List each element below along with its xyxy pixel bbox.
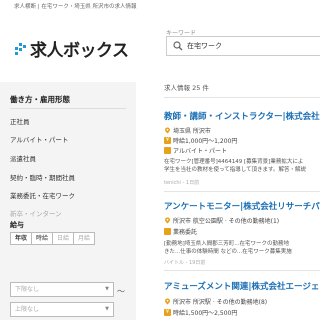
job-source: tenichi - 1日前 — [164, 180, 200, 186]
result-count: 求人情報 25 件 — [164, 84, 209, 92]
filter-parttime[interactable]: アルバイト・パート — [10, 134, 68, 144]
topbar: 求人横断 | 在宅ワーク・埼玉県 所沢市の求人情報 — [0, 0, 320, 32]
job-location-row: 所沢市 所沢駅 · その他の勤務地(8) — [164, 297, 267, 306]
employment-title: 働き方・雇用形態 — [10, 95, 70, 104]
yen-icon: ¥ — [164, 309, 171, 316]
divider — [164, 270, 320, 271]
job-title[interactable]: 教師・講師・インストラクター|株式会社デ — [164, 110, 320, 122]
job-desc: 学生を当社の教材を使って指導して頂きます。解答・解説 — [164, 167, 307, 173]
job-salary: 時給1,000円〜1,200円 — [173, 138, 238, 145]
chevron-down-icon: ▼ — [105, 286, 109, 292]
briefcase-icon — [164, 147, 171, 154]
filter-contract[interactable]: 契約・臨時・期間社員 — [10, 172, 75, 182]
divider — [10, 108, 126, 109]
job-type-row: 業務委託 — [164, 227, 197, 236]
location-pin-icon — [165, 127, 170, 134]
job-location: 埼玉県 所沢市 — [173, 128, 211, 135]
job-salary-row: ¥ 時給1,500円〜2,500円 — [164, 308, 237, 317]
location-pin-icon — [165, 298, 170, 305]
job-salary: 時給1,500円〜2,500円 — [173, 310, 238, 317]
job-type: アルバイト・パート — [173, 148, 227, 155]
salary-max-select[interactable]: 上限なし ▼ — [10, 302, 114, 317]
job-desc: [勤務地]埼玉県入間郡三芳町...在宅ワークの勤務地 — [164, 241, 290, 247]
chevron-down-icon: ▼ — [105, 306, 109, 312]
salary-min-select[interactable]: 下限なし ▼ — [10, 282, 114, 297]
job-title[interactable]: アミューズメント関連|株式会社エージェン — [164, 280, 320, 292]
job-salary-row: ¥ 時給1,000円〜1,200円 — [164, 136, 237, 145]
logo-text: 求人ボックス — [30, 40, 129, 61]
job-location-row: 埼玉県 所沢市 — [164, 126, 211, 135]
job-location-row: 所沢市 航空公園駅 · その他の勤務地(1) — [164, 216, 279, 225]
job-type: 業務委託 — [173, 229, 198, 236]
salary-min-value: 下限なし — [15, 286, 40, 293]
job-title[interactable]: アンケートモニター|株式会社リサーチパネ — [164, 200, 320, 212]
tab-annual[interactable]: 年収 — [10, 232, 33, 245]
yen-icon: ¥ — [164, 137, 171, 144]
filter-fulltime[interactable]: 正社員 — [10, 116, 30, 126]
filter-dispatch[interactable]: 派遣社員 — [10, 153, 36, 163]
job-location: 所沢市 所沢駅 · その他の勤務地(8) — [173, 299, 268, 306]
filter-freelance[interactable]: 業務委託・在宅ワーク — [10, 190, 75, 200]
site-logo[interactable]: 求人ボックス — [14, 38, 144, 61]
breadcrumb[interactable]: 求人横断 | 在宅ワーク・埼玉県 所沢市の求人情報 — [14, 3, 154, 12]
search-input[interactable] — [187, 42, 307, 50]
job-location: 所沢市 航空公園駅 · その他の勤務地(1) — [173, 218, 280, 225]
job-type-row: アルバイト・パート — [164, 146, 227, 155]
salary-title: 給与 — [10, 221, 24, 229]
range-tilde: 〜 — [117, 287, 125, 296]
tab-monthly[interactable]: 月給 — [73, 232, 96, 245]
search-box[interactable] — [166, 36, 320, 56]
logo-mark-icon — [14, 41, 28, 55]
job-desc: きた...仕事の体験時間 などの...在宅ワーク募集実施 — [164, 249, 292, 255]
tab-hourly[interactable]: 時給 — [31, 232, 54, 245]
filter-newgrad: 新卒・インターン — [10, 210, 62, 218]
tab-daily[interactable]: 日給 — [52, 232, 75, 245]
divider — [164, 191, 320, 192]
divider — [164, 97, 320, 98]
job-source: バイトル - 19日前 — [164, 260, 206, 266]
search-icon — [173, 41, 183, 51]
location-pin-icon — [165, 217, 170, 224]
salary-max-value: 上限なし — [15, 306, 40, 313]
salary-tabs: 年収 時給 日給 月給 — [10, 232, 96, 245]
job-desc: 在宅ワーク[管理番号]4464149 [募集背景]業務拡大によ — [164, 159, 304, 165]
briefcase-icon — [164, 228, 171, 235]
